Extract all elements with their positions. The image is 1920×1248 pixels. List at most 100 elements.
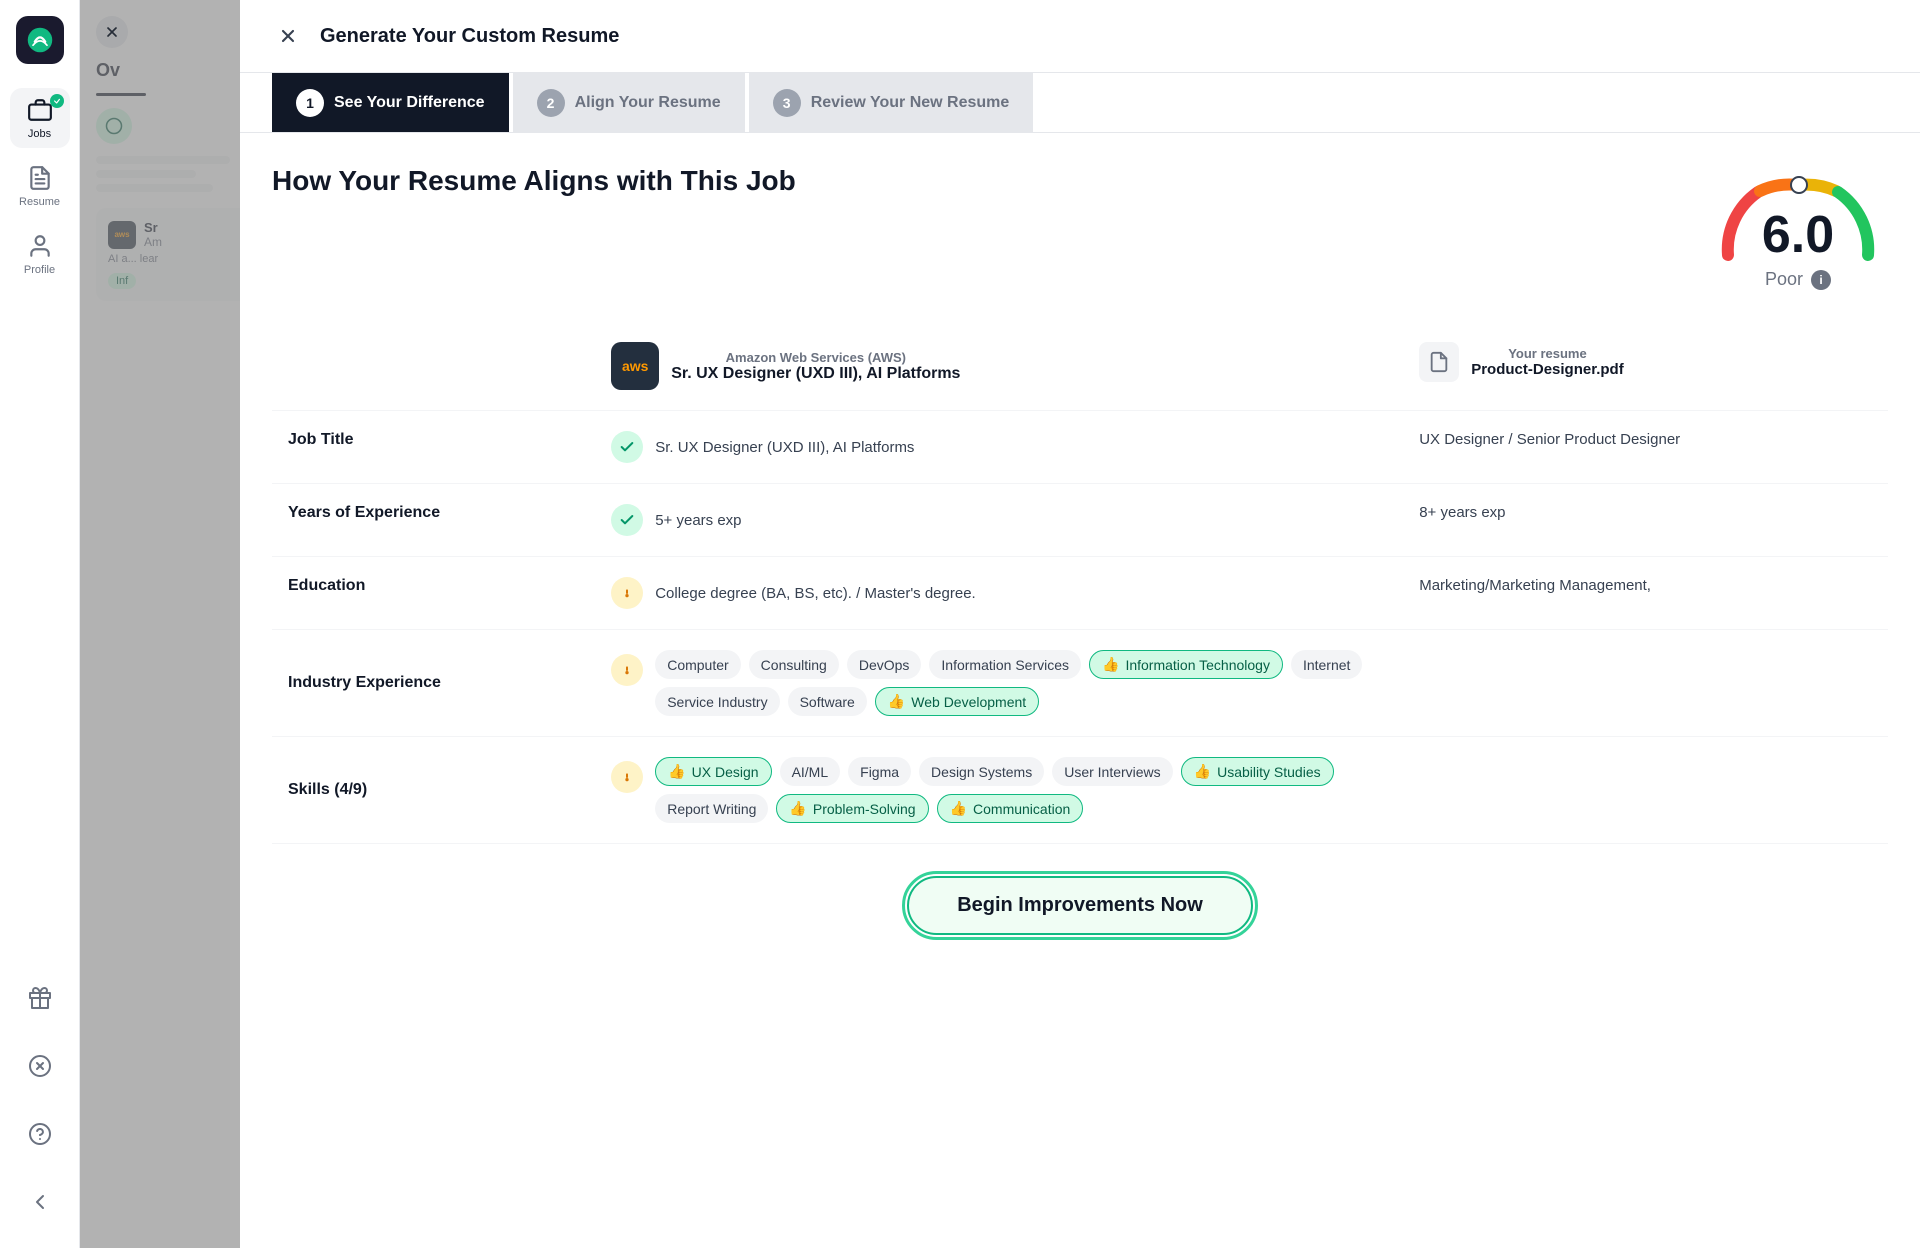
company-name: Amazon Web Services (AWS): [671, 350, 960, 365]
score-gauge: 6.0 Poor i: [1708, 165, 1888, 290]
tag-info-technology: 👍 Information Technology: [1089, 650, 1283, 679]
industry-exp-resume-value: [1403, 630, 1888, 737]
sidebar-bottom: [10, 968, 70, 1232]
table-row: Job Title Sr. UX Designer (UXD III), AI …: [272, 411, 1888, 484]
years-exp-resume-value: 8+ years exp: [1419, 504, 1505, 521]
modal-title: Generate Your Custom Resume: [320, 25, 619, 48]
job-title-status: Sr. UX Designer (UXD III), AI Platforms: [611, 431, 1387, 463]
sidebar-item-jobs[interactable]: Jobs: [10, 88, 70, 148]
aws-logo-text: aws: [622, 358, 648, 374]
main-area: Ov aws Sr Am: [80, 0, 1920, 1248]
tag-design-systems: Design Systems: [919, 757, 1044, 786]
resume-header: Your resume Product-Designer.pdf: [1419, 342, 1872, 382]
status-badge-orange-3: [611, 761, 643, 793]
education-status: College degree (BA, BS, etc). / Master's…: [611, 577, 1387, 609]
row-label-skills: Skills (4/9): [288, 781, 367, 798]
modal-close-button[interactable]: [272, 20, 304, 52]
step-3-label: Review Your New Resume: [811, 94, 1010, 112]
step-1-label: See Your Difference: [334, 94, 485, 112]
steps-bar: 1 See Your Difference 2 Align Your Resum…: [240, 73, 1920, 133]
sidebar-item-gift[interactable]: [10, 968, 70, 1028]
gauge-label-row: Poor i: [1765, 269, 1831, 290]
thumbs-up-icon: 👍: [1102, 656, 1119, 673]
gauge-info-icon[interactable]: i: [1811, 270, 1831, 290]
skills-resume-value: [1403, 737, 1888, 844]
col-header-label: [272, 322, 595, 411]
status-badge-orange-2: [611, 654, 643, 686]
modal-header: Generate Your Custom Resume: [240, 0, 1920, 73]
tag-computer: Computer: [655, 650, 740, 679]
tag-consulting: Consulting: [749, 650, 839, 679]
status-badge-orange-1: [611, 577, 643, 609]
step-3-number: 3: [773, 89, 801, 117]
status-badge-green-2: [611, 504, 643, 536]
aws-logo: aws: [611, 342, 659, 390]
back-icon: [26, 1188, 54, 1216]
modal: Generate Your Custom Resume 1 See Your D…: [240, 0, 1920, 1248]
table-row: Years of Experience 5+ years exp: [272, 484, 1888, 557]
years-exp-job-value: 5+ years exp: [655, 512, 741, 529]
gauge-label: Poor: [1765, 269, 1803, 290]
tag-service-industry: Service Industry: [655, 687, 779, 716]
skills-status: 👍 UX Design AI/ML Figma Design Systems U…: [611, 757, 1387, 823]
tag-web-development: 👍 Web Development: [875, 687, 1039, 716]
x-icon: [26, 1052, 54, 1080]
row-label-education: Education: [288, 577, 365, 594]
thumbs-up-icon-4: 👍: [1194, 763, 1211, 780]
thumbs-up-icon-5: 👍: [789, 800, 806, 817]
step-2[interactable]: 2 Align Your Resume: [513, 73, 745, 132]
comparison-table: aws Amazon Web Services (AWS) Sr. UX Des…: [272, 322, 1888, 844]
gauge-score: 6.0: [1762, 205, 1834, 265]
sidebar-item-help[interactable]: [10, 1104, 70, 1164]
industry-exp-status: Computer Consulting DevOps Information S…: [611, 650, 1387, 716]
tag-ux-design: 👍 UX Design: [655, 757, 771, 786]
help-icon: [26, 1120, 54, 1148]
content-header-row: How Your Resume Aligns with This Job: [272, 165, 1888, 290]
step-2-label: Align Your Resume: [575, 94, 721, 112]
table-row: Skills (4/9): [272, 737, 1888, 844]
sidebar-item-x[interactable]: [10, 1036, 70, 1096]
sidebar-item-resume[interactable]: Resume: [10, 156, 70, 216]
sidebar: Jobs Resume Profile: [0, 0, 80, 1248]
thumbs-up-icon-2: 👍: [888, 693, 905, 710]
tag-communication: 👍 Communication: [937, 794, 1084, 823]
table-row: Education College degree (BA, BS, etc). …: [272, 557, 1888, 630]
col-header-resume: Your resume Product-Designer.pdf: [1403, 322, 1888, 411]
row-label-industry-exp: Industry Experience: [288, 674, 441, 691]
logo: [16, 16, 64, 64]
row-label-years-exp: Years of Experience: [288, 504, 440, 521]
tag-devops: DevOps: [847, 650, 922, 679]
sidebar-item-back[interactable]: [10, 1172, 70, 1232]
job-header: aws Amazon Web Services (AWS) Sr. UX Des…: [611, 342, 1387, 390]
sidebar-resume-label: Resume: [19, 196, 60, 208]
tag-report-writing: Report Writing: [655, 794, 768, 823]
thumbs-up-icon-3: 👍: [668, 763, 685, 780]
job-title-resume-value: UX Designer / Senior Product Designer: [1419, 431, 1680, 448]
cta-row: Begin Improvements Now: [272, 844, 1888, 951]
years-exp-status: 5+ years exp: [611, 504, 1387, 536]
tag-problem-solving: 👍 Problem-Solving: [776, 794, 928, 823]
tag-aiml: AI/ML: [780, 757, 841, 786]
row-label-job-title: Job Title: [288, 431, 354, 448]
step-1[interactable]: 1 See Your Difference: [272, 73, 509, 132]
skills-tags: 👍 UX Design AI/ML Figma Design Systems U…: [655, 757, 1387, 823]
tag-usability-studies: 👍 Usability Studies: [1181, 757, 1334, 786]
job-title-job-value: Sr. UX Designer (UXD III), AI Platforms: [655, 439, 914, 456]
sidebar-item-profile[interactable]: Profile: [10, 224, 70, 284]
step-3[interactable]: 3 Review Your New Resume: [749, 73, 1034, 132]
tag-info-services: Information Services: [929, 650, 1081, 679]
begin-improvements-button[interactable]: Begin Improvements Now: [907, 876, 1253, 935]
thumbs-up-icon-6: 👍: [950, 800, 967, 817]
tag-software: Software: [788, 687, 867, 716]
status-badge-green: [611, 431, 643, 463]
education-job-value: College degree (BA, BS, etc). / Master's…: [655, 585, 976, 602]
page-title: How Your Resume Aligns with This Job: [272, 165, 796, 197]
step-2-number: 2: [537, 89, 565, 117]
job-title-header: Sr. UX Designer (UXD III), AI Platforms: [671, 365, 960, 383]
sidebar-profile-label: Profile: [24, 264, 55, 276]
col-header-job: aws Amazon Web Services (AWS) Sr. UX Des…: [595, 322, 1403, 411]
tag-user-interviews: User Interviews: [1052, 757, 1172, 786]
resume-file-icon: [1419, 342, 1459, 382]
profile-icon: [26, 232, 54, 260]
gauge-svg-container: 6.0: [1708, 165, 1888, 265]
